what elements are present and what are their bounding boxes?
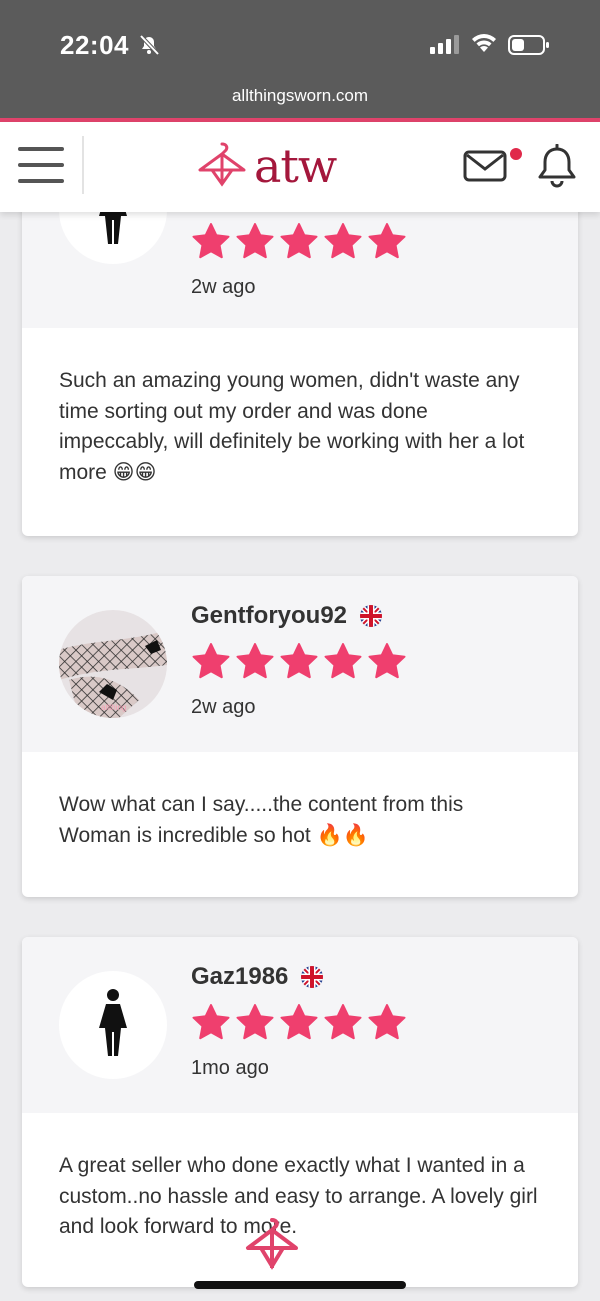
star-icon xyxy=(192,1004,230,1040)
star-icon xyxy=(236,643,274,679)
username-text: Gentforyou92 xyxy=(191,602,348,629)
star-icon xyxy=(192,643,230,679)
star-rating xyxy=(191,1003,411,1043)
svg-text:allthing: allthing xyxy=(101,703,126,712)
cellular-signal-icon xyxy=(430,35,459,54)
mail-icon[interactable] xyxy=(463,148,509,184)
header-divider xyxy=(82,136,84,194)
unread-notification-dot xyxy=(508,146,524,162)
star-icon xyxy=(368,1004,406,1040)
gb-flag-icon xyxy=(360,605,383,627)
star-icon xyxy=(280,223,318,259)
gb-flag-icon xyxy=(301,966,324,988)
battery-icon xyxy=(508,35,549,55)
site-header: atw xyxy=(0,122,600,212)
review-username[interactable]: Gentforyou92 xyxy=(191,602,383,630)
review-header: Gaz1986 1mo ago xyxy=(22,937,578,1113)
silent-bell-icon xyxy=(139,34,160,56)
star-icon xyxy=(236,223,274,259)
star-icon xyxy=(324,1004,362,1040)
star-icon xyxy=(368,643,406,679)
star-icon xyxy=(324,223,362,259)
review-time: 2w ago xyxy=(191,696,256,718)
review-card: Gaz1986 1mo ago A great seller who done … xyxy=(22,937,578,1287)
home-indicator[interactable] xyxy=(194,1281,406,1289)
star-rating xyxy=(191,222,411,262)
review-card: allthing Gentforyou92 2w ago Wow what ca… xyxy=(22,576,578,897)
hanger-menu-icon[interactable] xyxy=(244,1216,300,1274)
review-username[interactable]: Gaz1986 xyxy=(191,963,324,991)
star-icon xyxy=(236,1004,274,1040)
avatar[interactable] xyxy=(59,971,167,1079)
browser-status-bar: 22:04 allthingsworn.com xyxy=(0,0,600,120)
default-avatar-icon xyxy=(99,989,127,1056)
review-text: Wow what can I say.....the content from … xyxy=(59,793,464,847)
bell-icon[interactable] xyxy=(536,144,578,190)
star-icon xyxy=(368,223,406,259)
avatar[interactable]: allthing xyxy=(59,610,167,718)
review-header: allthing Gentforyou92 2w ago xyxy=(22,576,578,752)
review-text: Such an amazing young women, didn't wast… xyxy=(59,369,525,484)
logo-text: atw xyxy=(254,139,337,193)
star-icon xyxy=(280,643,318,679)
clock: 22:04 xyxy=(60,30,129,60)
review-time: 1mo ago xyxy=(191,1057,269,1079)
star-rating xyxy=(191,642,411,682)
menu-icon[interactable] xyxy=(18,147,64,187)
review-card: 2w ago Such an amazing young women, didn… xyxy=(22,180,578,536)
review-text: A great seller who done exactly what I w… xyxy=(59,1154,538,1238)
avatar-photo: allthing xyxy=(59,610,167,718)
star-icon xyxy=(324,643,362,679)
address-bar-url[interactable]: allthingsworn.com xyxy=(0,86,600,106)
username-text: Gaz1986 xyxy=(191,963,289,990)
star-icon xyxy=(192,223,230,259)
hanger-logo-icon xyxy=(198,142,246,187)
site-logo[interactable]: atw xyxy=(196,136,337,196)
wifi-icon xyxy=(472,34,496,52)
star-icon xyxy=(280,1004,318,1040)
review-time: 2w ago xyxy=(191,276,256,298)
